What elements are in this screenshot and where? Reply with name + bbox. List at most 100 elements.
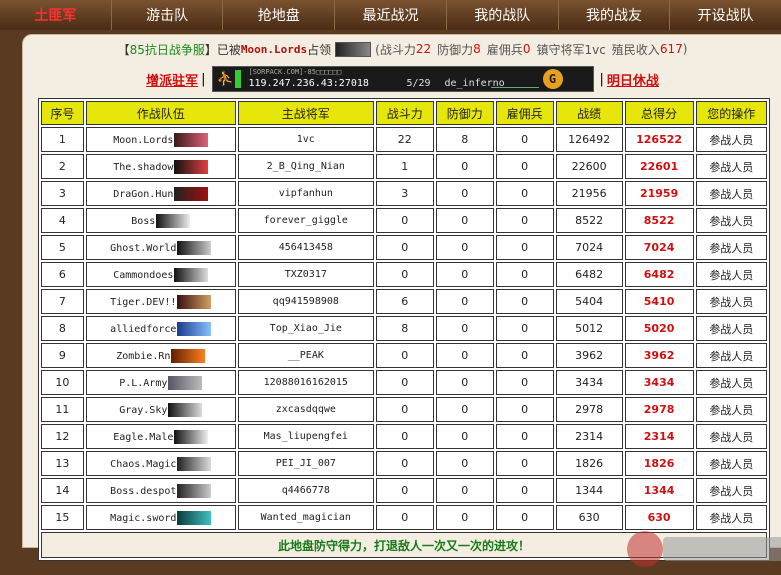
nav-tufeijun[interactable]: 土匪军 <box>0 0 112 30</box>
team-name[interactable]: Moon.Lords <box>85 127 236 152</box>
team-name[interactable]: Ghost.World <box>85 235 236 260</box>
team-name[interactable]: Magic.sword <box>85 505 236 530</box>
team-flag-image <box>177 510 212 525</box>
view-members-link[interactable]: 参战人员 <box>695 343 767 368</box>
col-record: 战绩 <box>555 101 623 125</box>
view-members-link[interactable]: 参战人员 <box>695 289 767 314</box>
record-value: 1826 <box>555 451 623 476</box>
merc-value: 0 <box>495 154 554 179</box>
table-row: 8 alliedforce Top_Xiao_Jie 8 0 0 5012 5020 参战人员 <box>41 316 767 341</box>
total-score-text: 21959 <box>639 187 679 200</box>
power-value: 0 <box>375 343 434 368</box>
table-row: 2 The.shadow 2_B_Qing_Nian 1 0 0 22600 22601 参战人… <box>41 154 767 179</box>
view-members-link[interactable]: 参战人员 <box>695 370 767 395</box>
view-members-link-text: 参战人员 <box>709 187 754 201</box>
view-members-link[interactable]: 参战人员 <box>695 208 767 233</box>
view-members-link[interactable]: 参战人员 <box>695 424 767 449</box>
record-value-text: 21956 <box>571 187 607 200</box>
team-flag-image <box>177 321 212 336</box>
team-name[interactable]: Boss <box>85 208 236 233</box>
team-name[interactable]: Tiger.DEV!! <box>85 289 236 314</box>
merc-value-text: 0 <box>521 430 529 443</box>
team-name[interactable]: DraGon.Hun <box>85 181 236 206</box>
server-banner[interactable]: ⛹ [SORPACK.COM]-85□□□□□□ 119.247.236.43:… <box>211 66 594 92</box>
total-score-text: 1344 <box>643 484 675 497</box>
server-tag: [SORPACK.COM]-85□□□□□□ <box>248 68 342 76</box>
view-members-link[interactable]: 参战人员 <box>695 451 767 476</box>
record-value-text: 3434 <box>575 376 604 389</box>
team-name[interactable]: Zombie.Rn <box>85 343 236 368</box>
nav-create-team[interactable]: 开设战队 <box>670 0 781 30</box>
merc-value: 0 <box>495 505 554 530</box>
action-toolbar: 增派驻军 | ⛹ [SORPACK.COM]-85□□□□□□ 119.247.… <box>23 65 781 93</box>
view-members-link[interactable]: 参战人员 <box>695 181 767 206</box>
power-value-text: 22 <box>397 133 412 146</box>
table-header-row: 序号 作战队伍 主战将军 战斗力 防御力 雇佣兵 战绩 总得分 您的操作 <box>41 101 767 125</box>
total-score: 2314 <box>624 424 694 449</box>
power-value-text: 0 <box>401 268 409 281</box>
view-members-link[interactable]: 参战人员 <box>695 478 767 503</box>
team-name-text: Boss.despot <box>110 485 177 497</box>
team-name[interactable]: The.shadow <box>85 154 236 179</box>
merc-value-text: 0 <box>521 484 529 497</box>
defense-value-text: 0 <box>461 295 469 308</box>
row-number: 13 <box>41 451 84 476</box>
defense-value-text: 0 <box>461 484 469 497</box>
site-watermark-logo <box>627 531 781 567</box>
team-name-text: Zombie.Rn <box>116 350 171 362</box>
view-members-link[interactable]: 参战人员 <box>695 262 767 287</box>
power-value: 0 <box>375 208 434 233</box>
col-no: 序号 <box>41 101 84 125</box>
general-name-text: __PEAK <box>287 350 324 361</box>
team-name[interactable]: Eagle.Male <box>85 424 236 449</box>
nav-my-team[interactable]: 我的战队 <box>447 0 559 30</box>
merc-value-text: 0 <box>521 295 529 308</box>
team-name[interactable]: Cammondoes <box>85 262 236 287</box>
truce-tomorrow-link[interactable]: 明日休战 <box>607 70 659 89</box>
team-flag-image <box>156 213 191 228</box>
record-value: 5012 <box>555 316 623 341</box>
team-name[interactable]: Boss.despot <box>85 478 236 503</box>
general-name-text: 1vc <box>296 134 315 145</box>
row-number: 8 <box>41 316 84 341</box>
team-name[interactable]: P.L.Army <box>85 370 236 395</box>
view-members-link[interactable]: 参战人员 <box>695 316 767 341</box>
team-name-text: Cammondoes <box>113 269 174 281</box>
defense-value-text: 0 <box>461 430 469 443</box>
total-score: 2978 <box>624 397 694 422</box>
total-score-text: 3962 <box>643 349 675 362</box>
team-name[interactable]: alliedforce <box>85 316 236 341</box>
view-members-link[interactable]: 参战人员 <box>695 127 767 152</box>
row-number-text: 2 <box>58 160 66 173</box>
player-count: 5/29 <box>406 78 431 89</box>
merc-value-text: 0 <box>521 241 529 254</box>
team-name-text: Chaos.Magic <box>110 458 177 470</box>
captured-by-label: 已被 <box>216 42 241 57</box>
send-troops-link[interactable]: 增派驻军 <box>146 70 198 89</box>
view-members-link[interactable]: 参战人员 <box>695 397 767 422</box>
table-row: 10 P.L.Army 12088016162015 0 0 0 3434 3434 参战人员 <box>41 370 767 395</box>
record-value: 21956 <box>555 181 623 206</box>
table-row: 3 DraGon.Hun vipfanhun 3 0 0 21956 21959 参战人员 <box>41 181 767 206</box>
defense-value: 0 <box>435 289 494 314</box>
view-members-link[interactable]: 参战人员 <box>695 235 767 260</box>
team-name[interactable]: Gray.Sky <box>85 397 236 422</box>
view-members-link[interactable]: 参战人员 <box>695 154 767 179</box>
merc-value-text: 0 <box>521 403 529 416</box>
team-name[interactable]: Chaos.Magic <box>85 451 236 476</box>
total-score-text: 22601 <box>639 160 679 173</box>
defense-value: 0 <box>435 424 494 449</box>
record-value: 2978 <box>555 397 623 422</box>
defense-value-text: 0 <box>461 376 469 389</box>
nav-my-friends[interactable]: 我的战友 <box>559 0 671 30</box>
nav-youjidui[interactable]: 游击队 <box>112 0 224 30</box>
row-number-text: 13 <box>55 457 70 470</box>
nav-qiangdipan[interactable]: 抢地盘 <box>223 0 336 30</box>
power-value: 0 <box>375 370 434 395</box>
nav-recent-battles[interactable]: 最近战况 <box>335 0 447 30</box>
row-number-text: 15 <box>55 511 70 524</box>
merc-value: 0 <box>495 451 554 476</box>
record-value-text: 8522 <box>575 214 604 227</box>
power-value-text: 3 <box>401 187 409 200</box>
occupying-team[interactable]: Moon.Lords <box>241 43 307 56</box>
